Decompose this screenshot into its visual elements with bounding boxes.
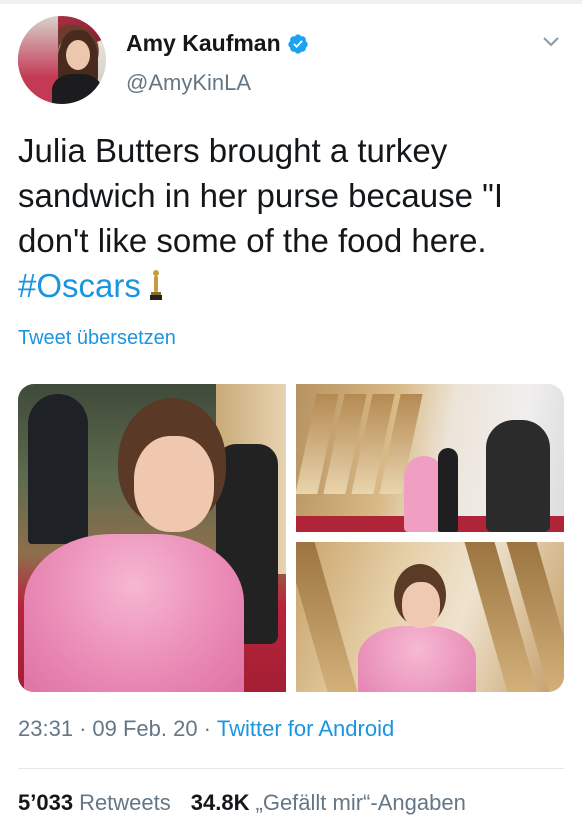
photo-julia-smiling[interactable] (296, 542, 564, 692)
author-handle[interactable]: @AmyKinLA (126, 70, 251, 96)
likes-stat[interactable]: 34.8K „Gefällt mir“-Angaben (191, 790, 466, 816)
tweet-time[interactable]: 23:31 (18, 716, 73, 742)
photo-julia-closeup[interactable] (18, 384, 286, 692)
top-divider (0, 0, 582, 4)
tweet-source-link[interactable]: Twitter for Android (217, 716, 394, 742)
author-name-row[interactable]: Amy Kaufman (126, 30, 309, 57)
hashtag-link[interactable]: #Oscars (18, 267, 141, 304)
tweet-meta: 23:31 · 09 Feb. 20 · Twitter for Android (18, 716, 394, 742)
tweet-text: Julia Butters brought a turkey sandwich … (18, 128, 566, 308)
verified-badge-icon (288, 33, 308, 54)
meta-separator: · (79, 716, 87, 741)
stats-divider (18, 768, 564, 769)
tweet-stats: 5’033 Retweets 34.8K „Gefällt mir“-Angab… (18, 790, 466, 816)
translate-tweet-link[interactable]: Tweet übersetzen (18, 327, 176, 350)
retweets-count: 5’033 (18, 790, 74, 815)
oscar-statuette-icon (149, 270, 162, 300)
retweets-label: Retweets (79, 790, 171, 815)
author-display-name[interactable]: Amy Kaufman (126, 30, 281, 57)
chevron-down-icon[interactable] (542, 36, 560, 48)
retweets-stat[interactable]: 5’033 Retweets (18, 790, 171, 816)
likes-count: 34.8K (190, 790, 250, 815)
media-grid (18, 384, 564, 692)
tweet-body-text: Julia Butters brought a turkey sandwich … (18, 132, 503, 259)
likes-label: „Gefällt mir“-Angaben (255, 790, 466, 815)
tweet-header: Amy Kaufman @AmyKinLA (18, 16, 566, 108)
photo-red-carpet-wide[interactable] (296, 384, 564, 532)
avatar[interactable] (18, 16, 106, 104)
tweet-date[interactable]: 09 Feb. 20 (92, 716, 197, 742)
meta-separator: · (203, 716, 211, 741)
